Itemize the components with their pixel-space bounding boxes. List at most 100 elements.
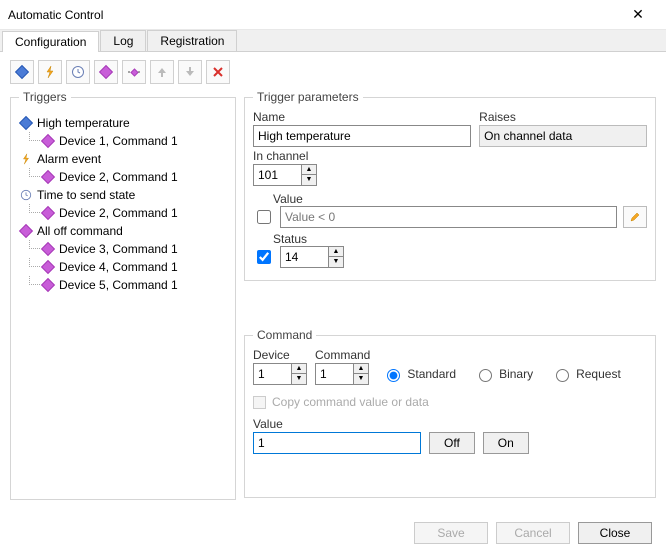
tree-node[interactable]: Time to send state — [19, 186, 227, 204]
in-channel-stepper[interactable]: ▲▼ — [253, 164, 647, 186]
value-checkbox[interactable] — [257, 210, 271, 224]
diamond-blue-icon — [19, 116, 33, 130]
name-label: Name — [253, 110, 471, 124]
radio-request[interactable]: Request — [551, 366, 621, 382]
device-input[interactable] — [253, 363, 291, 385]
command-legend: Command — [253, 328, 316, 342]
status-stepper[interactable]: ▲▼ — [280, 246, 344, 268]
on-button[interactable]: On — [483, 432, 529, 454]
toolbar — [0, 52, 666, 90]
radio-standard[interactable]: Standard — [382, 366, 456, 382]
spin-down-icon[interactable]: ▼ — [329, 257, 343, 267]
tree-child[interactable]: Device 1, Command 1 — [19, 132, 227, 150]
add-command-button[interactable] — [94, 60, 118, 84]
status-input[interactable] — [280, 246, 328, 268]
delete-icon — [211, 65, 225, 79]
in-channel-input[interactable] — [253, 164, 301, 186]
tree-label: High temperature — [37, 116, 130, 130]
triggers-legend: Triggers — [19, 90, 71, 104]
add-multi-button[interactable] — [122, 60, 146, 84]
arrow-down-icon — [183, 65, 197, 79]
tree-child[interactable]: Device 5, Command 1 — [19, 276, 227, 294]
save-button[interactable]: Save — [414, 522, 488, 544]
device-stepper[interactable]: ▲▼ — [253, 363, 307, 385]
tab-registration[interactable]: Registration — [147, 30, 237, 51]
tree-node[interactable]: High temperature — [19, 114, 227, 132]
window-title: Automatic Control — [8, 8, 618, 22]
tree-label: Device 2, Command 1 — [59, 206, 178, 220]
pencil-icon — [629, 211, 641, 223]
tree-label: All off command — [37, 224, 123, 238]
copy-checkbox — [253, 396, 266, 409]
close-icon[interactable]: ✕ — [618, 6, 658, 23]
tree-label: Device 3, Command 1 — [59, 242, 178, 256]
diamond-purple-icon — [99, 65, 113, 79]
move-up-button[interactable] — [150, 60, 174, 84]
diamond-purple-icon — [41, 242, 55, 256]
tree-child[interactable]: Device 2, Command 1 — [19, 168, 227, 186]
tab-bar: Configuration Log Registration — [0, 30, 666, 52]
tree-label: Time to send state — [37, 188, 135, 202]
tree-label: Device 4, Command 1 — [59, 260, 178, 274]
arrow-up-icon — [155, 65, 169, 79]
params-legend: Trigger parameters — [253, 90, 363, 104]
spin-down-icon[interactable]: ▼ — [354, 374, 368, 384]
tree-label: Device 2, Command 1 — [59, 170, 178, 184]
tree-child[interactable]: Device 2, Command 1 — [19, 204, 227, 222]
delete-button[interactable] — [206, 60, 230, 84]
add-timer-button[interactable] — [66, 60, 90, 84]
diamond-purple-icon — [41, 134, 55, 148]
command-label: Command — [315, 348, 370, 362]
diamond-purple-icon — [41, 206, 55, 220]
cmd-value-label: Value — [253, 417, 647, 431]
tree-label: Device 5, Command 1 — [59, 278, 178, 292]
off-button[interactable]: Off — [429, 432, 475, 454]
tree-node[interactable]: All off command — [19, 222, 227, 240]
in-channel-label: In channel — [253, 149, 647, 163]
close-button[interactable]: Close — [578, 522, 652, 544]
cancel-button[interactable]: Cancel — [496, 522, 570, 544]
move-down-button[interactable] — [178, 60, 202, 84]
add-trigger-button[interactable] — [10, 60, 34, 84]
spin-down-icon[interactable]: ▼ — [302, 175, 316, 185]
value-label: Value — [273, 192, 303, 206]
spin-up-icon[interactable]: ▲ — [302, 165, 316, 175]
clock-icon — [19, 188, 33, 202]
spin-up-icon[interactable]: ▲ — [354, 364, 368, 374]
diamond-purple-icon — [41, 260, 55, 274]
tree-node[interactable]: Alarm event — [19, 150, 227, 168]
title-bar: Automatic Control ✕ — [0, 0, 666, 30]
status-checkbox[interactable] — [257, 250, 271, 264]
status-label: Status — [273, 232, 307, 246]
radio-binary[interactable]: Binary — [474, 366, 533, 382]
tree-child[interactable]: Device 3, Command 1 — [19, 240, 227, 258]
tree-child[interactable]: Device 4, Command 1 — [19, 258, 227, 276]
tree-label: Alarm event — [37, 152, 101, 166]
clock-icon — [71, 65, 85, 79]
triggers-panel: Triggers High temperature Device 1, Comma… — [10, 90, 236, 500]
copy-label: Copy command value or data — [272, 395, 429, 409]
diamond-purple-icon — [41, 170, 55, 184]
copy-command-check: Copy command value or data — [253, 395, 647, 409]
bolt-icon — [19, 152, 33, 166]
diamond-blue-icon — [15, 65, 29, 79]
name-input[interactable] — [253, 125, 471, 147]
spin-up-icon[interactable]: ▲ — [329, 247, 343, 257]
command-stepper[interactable]: ▲▼ — [315, 363, 370, 385]
edit-value-button[interactable] — [623, 206, 647, 228]
tab-log[interactable]: Log — [100, 30, 146, 51]
cmd-value-input[interactable] — [253, 432, 421, 454]
diamond-purple-icon — [19, 224, 33, 238]
command-input[interactable] — [315, 363, 353, 385]
spin-down-icon[interactable]: ▼ — [292, 374, 306, 384]
triggers-tree[interactable]: High temperature Device 1, Command 1 Alarm… — [19, 110, 227, 298]
dialog-footer: Save Cancel Close — [414, 522, 652, 544]
raises-value: On channel data — [479, 125, 647, 147]
value-expression — [280, 206, 617, 228]
tab-configuration[interactable]: Configuration — [2, 31, 99, 52]
spin-up-icon[interactable]: ▲ — [292, 364, 306, 374]
raises-label: Raises — [479, 110, 647, 124]
diamond-dots-icon — [127, 65, 141, 79]
tree-label: Device 1, Command 1 — [59, 134, 178, 148]
add-event-button[interactable] — [38, 60, 62, 84]
